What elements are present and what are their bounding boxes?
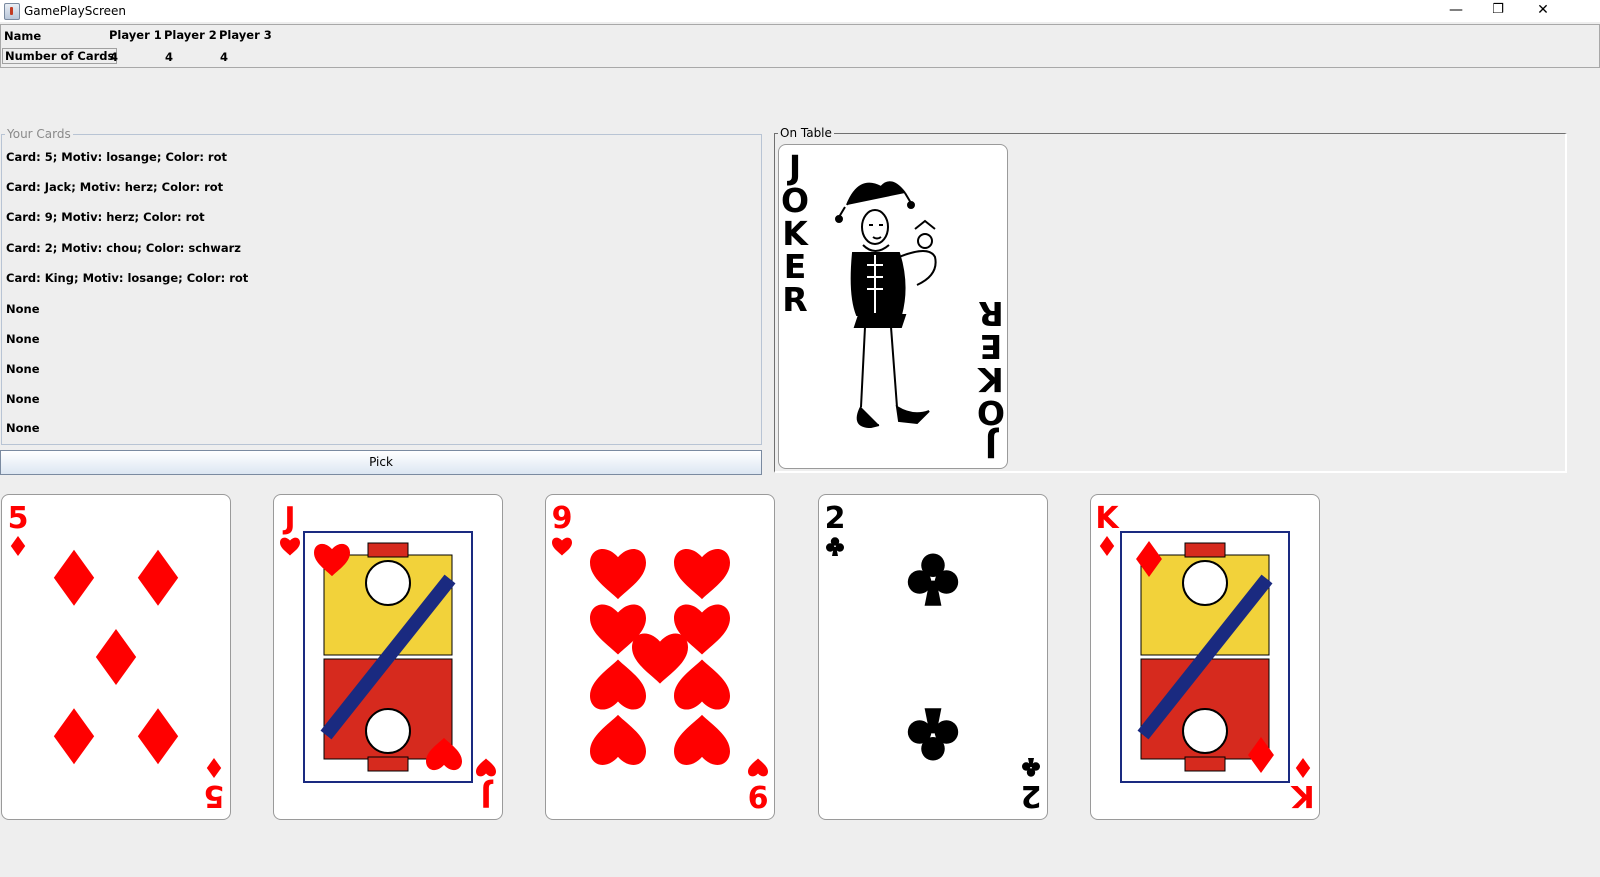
- close-button[interactable]: ✕: [1520, 0, 1566, 22]
- card-index-bottom: 5: [204, 758, 225, 813]
- your-card-item: None: [6, 421, 40, 435]
- diamond-pip-icon: [53, 708, 95, 765]
- java-app-icon: [4, 3, 20, 20]
- diamond-pip-icon: [10, 536, 26, 556]
- your-card-item: None: [6, 302, 40, 316]
- heart-pip-icon: [280, 537, 300, 556]
- face-card-art: [303, 531, 473, 783]
- heart-pip-icon: [590, 659, 646, 710]
- club-pip-icon: [907, 553, 959, 606]
- hand-card[interactable]: 99: [545, 494, 775, 820]
- heart-pip-icon: [590, 714, 646, 765]
- club-pip-icon: [826, 537, 844, 556]
- hand-card[interactable]: JJ: [273, 494, 503, 820]
- heart-pip-icon: [632, 633, 688, 684]
- your-card-item: Card: Jack; Motiv: herz; Color: rot: [6, 180, 224, 194]
- card-rank: 2: [825, 501, 846, 536]
- diamond-pip-icon: [137, 549, 179, 606]
- card-rank: K: [1095, 501, 1120, 536]
- svg-text:R: R: [782, 280, 807, 319]
- heart-pip-icon: [590, 549, 646, 600]
- diamond-pip-icon: [1099, 536, 1115, 556]
- diamond-pip-icon: [53, 549, 95, 606]
- face-card-art: [1120, 531, 1290, 783]
- card-rank: J: [282, 501, 295, 536]
- hand-card[interactable]: 55: [1, 494, 231, 820]
- card-index-top: 2: [825, 501, 846, 556]
- card-index-bottom: J: [476, 758, 496, 813]
- name-label: Name: [4, 29, 42, 43]
- joker-label-top: J O K E R: [781, 148, 809, 319]
- player-1-name: Player 1: [109, 28, 162, 42]
- card-rank: 5: [8, 501, 29, 536]
- player-2-name: Player 2: [164, 28, 217, 42]
- heart-pip-icon: [748, 758, 768, 777]
- joker-label-bottom: J O K E R: [977, 294, 1005, 465]
- your-card-item: Card: 5; Motiv: losange; Color: rot: [6, 150, 227, 164]
- svg-text:R: R: [978, 294, 1003, 333]
- your-card-item: Card: King; Motiv: losange; Color: rot: [6, 271, 249, 285]
- hand-card[interactable]: 22: [818, 494, 1048, 820]
- card-rank: 2: [1021, 778, 1042, 813]
- window-title: GamePlayScreen: [24, 4, 127, 18]
- player-info-panel: Name Number of Cards Player 1 Player 2 P…: [0, 24, 1600, 68]
- pick-button[interactable]: Pick: [0, 450, 762, 475]
- card-index-top: 5: [8, 501, 29, 556]
- diamond-pip-icon: [206, 758, 222, 778]
- card-index-top: 9: [552, 501, 573, 556]
- restore-button[interactable]: ❐: [1475, 0, 1521, 22]
- your-card-item: Card: 2; Motiv: chou; Color: schwarz: [6, 241, 241, 255]
- player-3-name: Player 3: [219, 28, 272, 42]
- diamond-pip-icon: [1295, 758, 1311, 778]
- your-card-item: None: [6, 332, 40, 346]
- card-rank: K: [1290, 778, 1315, 813]
- card-rank: J: [480, 778, 493, 813]
- heart-pip-icon: [552, 537, 572, 556]
- table-card-joker: J O K E R J O K E R: [778, 144, 1008, 469]
- player-3-card-count: 4: [220, 50, 229, 64]
- your-card-item: None: [6, 392, 40, 406]
- card-index-bottom: 2: [1021, 758, 1042, 813]
- diamond-pip-icon: [137, 708, 179, 765]
- card-rank: 9: [552, 501, 573, 536]
- heart-pip-icon: [674, 714, 730, 765]
- card-rank: 9: [748, 778, 769, 813]
- heart-pip-icon: [674, 659, 730, 710]
- hand-card[interactable]: KK: [1090, 494, 1320, 820]
- number-of-cards-label: Number of Cards: [2, 48, 118, 64]
- your-card-item: Card: 9; Motiv: herz; Color: rot: [6, 210, 205, 224]
- club-pip-icon: [907, 708, 959, 761]
- heart-pip-icon: [674, 549, 730, 600]
- card-index-top: J: [280, 501, 300, 556]
- diamond-pip-icon: [95, 629, 137, 685]
- on-table-title: On Table: [778, 126, 834, 140]
- player-2-card-count: 4: [165, 50, 174, 64]
- your-card-item: None: [6, 362, 40, 376]
- your-cards-title: Your Cards: [5, 127, 73, 141]
- card-index-top: K: [1095, 501, 1120, 556]
- heart-pip-icon: [476, 758, 496, 777]
- card-index-bottom: K: [1290, 758, 1315, 813]
- title-bar: GamePlayScreen — ❐ ✕: [0, 0, 1600, 22]
- card-rank: 5: [204, 778, 225, 813]
- your-cards-panel: Your Cards Card: 5; Motiv: losange; Colo…: [1, 127, 762, 445]
- minimize-button[interactable]: —: [1433, 0, 1479, 22]
- player-1-card-count: 4: [110, 50, 119, 64]
- card-index-bottom: 9: [748, 758, 769, 813]
- club-pip-icon: [1022, 758, 1040, 777]
- jester-illustration: [835, 181, 937, 429]
